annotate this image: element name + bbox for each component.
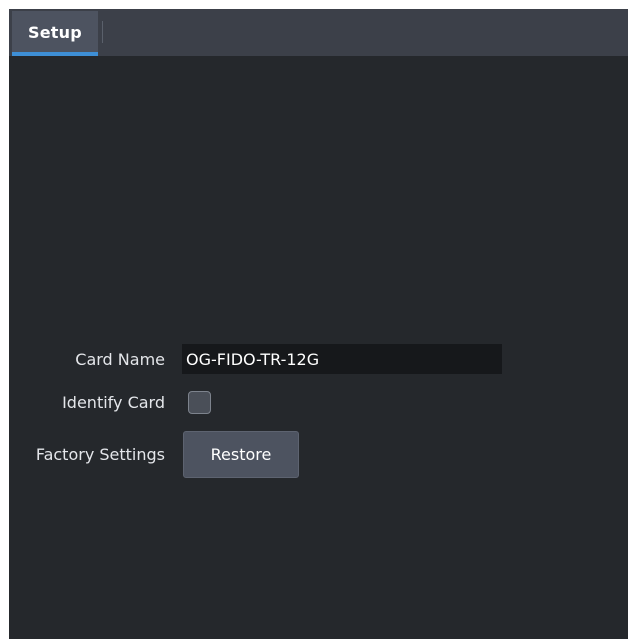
tab-setup-label: Setup (28, 23, 82, 42)
identify-card-label: Identify Card (62, 393, 165, 412)
factory-settings-label: Factory Settings (35, 445, 165, 464)
setup-window: Setup Card Name Identify Card Factory Se… (9, 9, 628, 639)
tab-divider (102, 21, 103, 43)
card-name-field[interactable] (182, 344, 502, 374)
restore-button[interactable]: Restore (183, 431, 299, 478)
card-name-label: Card Name (75, 350, 165, 369)
identify-card-checkbox[interactable] (188, 391, 211, 414)
tab-setup[interactable]: Setup (12, 11, 98, 56)
tab-bar: Setup (9, 9, 628, 56)
